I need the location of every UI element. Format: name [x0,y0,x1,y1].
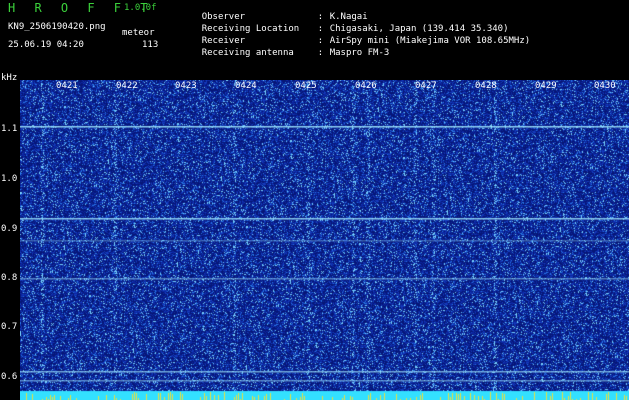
spectrogram-waterfall [20,80,629,400]
count-value: 113 [142,40,159,50]
info-row-antenna: Receiving antenna: Maspro FM-3 [180,40,390,67]
x-tick-label: 0423 [175,81,197,91]
x-tick-label: 0421 [56,81,78,91]
x-tick-label: 0429 [535,81,557,91]
info-value: Maspro FM-3 [329,48,390,58]
x-tick-label: 0425 [295,81,317,91]
timestamp: 25.06.19 04:20 [8,40,84,50]
mode-label: meteor [122,28,155,38]
x-tick-label: 0424 [235,81,257,91]
x-tick-label: 0426 [355,81,377,91]
y-tick-label: 0.7 [1,322,18,332]
y-axis-unit: kHz [1,73,18,83]
y-tick-label: 1.0 [1,174,18,184]
app-version: 1.0.0f [124,3,157,13]
y-tick-label: 1.1 [1,124,18,134]
info-label: Receiving antenna [201,48,294,58]
x-tick-label: 0422 [116,81,138,91]
x-tick-label: 0430 [594,81,616,91]
header-panel: H R O F F T 1.0.0f KN9_2506190420.png me… [0,0,629,72]
y-tick-label: 0.6 [1,372,18,382]
file-name: KN9_2506190420.png [8,22,106,32]
x-tick-label: 0428 [475,81,497,91]
y-tick-label: 0.8 [1,273,18,283]
x-tick-label: 0427 [415,81,437,91]
y-tick-label: 0.9 [1,224,18,234]
info-separator: : [317,48,324,58]
waterfall-canvas [20,80,629,400]
